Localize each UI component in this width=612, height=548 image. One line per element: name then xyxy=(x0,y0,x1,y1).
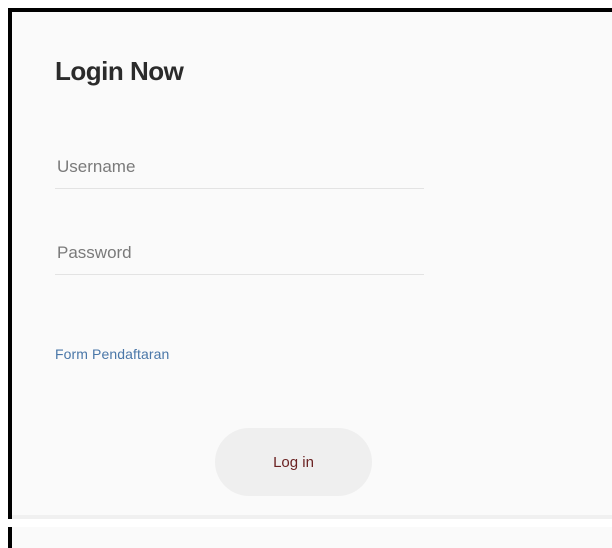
login-title: Login Now xyxy=(55,56,184,86)
registration-form-link[interactable]: Form Pendaftaran xyxy=(55,346,169,362)
page-bottom-margin xyxy=(8,519,612,527)
login-button[interactable]: Log in xyxy=(215,428,372,496)
password-input[interactable] xyxy=(55,231,424,275)
username-input[interactable] xyxy=(55,145,424,189)
